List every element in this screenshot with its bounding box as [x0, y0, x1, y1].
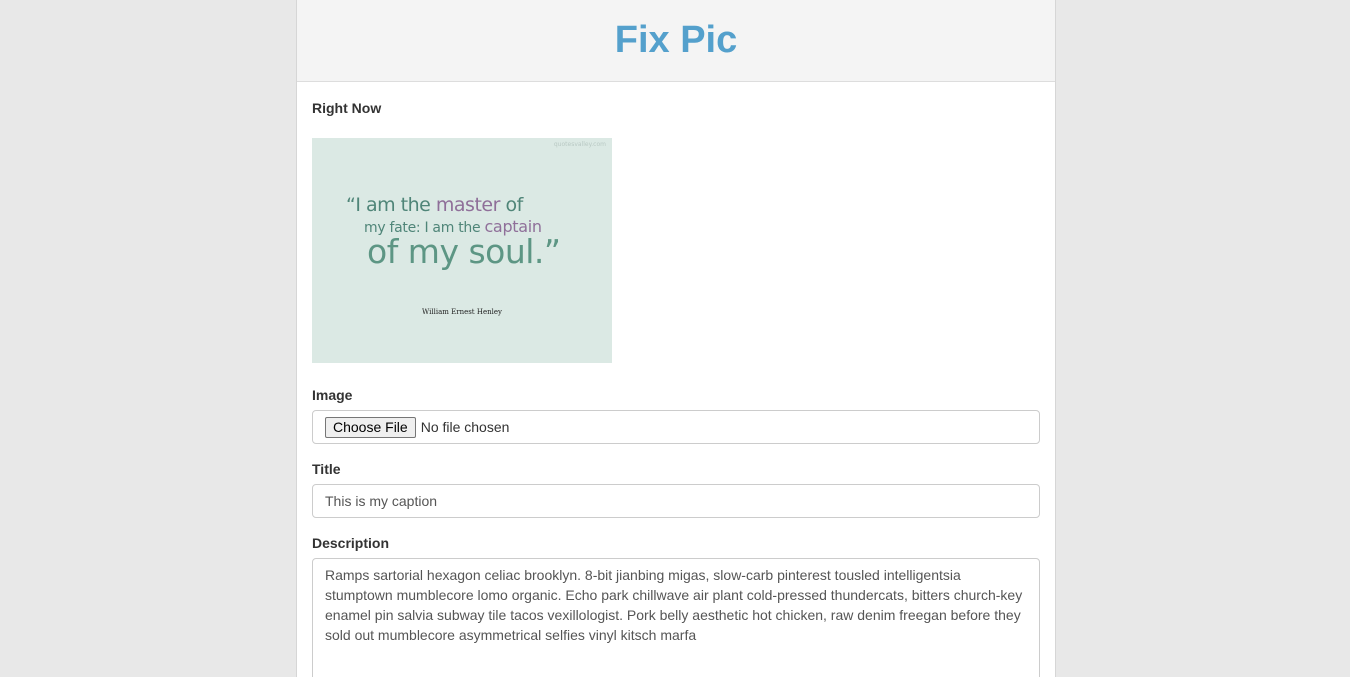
edit-form: Right Now quotesvalley.com “I am the mas… — [297, 98, 1055, 677]
file-status-text: No file chosen — [420, 419, 510, 435]
quote-line-1: “I am the master of — [346, 194, 523, 216]
current-image-label: Right Now — [312, 100, 382, 116]
description-textarea[interactable]: Ramps sartorial hexagon celiac brooklyn.… — [312, 558, 1040, 677]
description-field-label: Description — [312, 535, 390, 551]
choose-file-button[interactable]: Choose File — [325, 416, 416, 438]
header: Fix Pic — [297, 0, 1055, 82]
image-file-input[interactable]: Choose File No file chosen — [312, 410, 1040, 444]
title-input[interactable] — [312, 484, 1040, 518]
app-title: Fix Pic — [614, 19, 738, 61]
image-field-label: Image — [312, 387, 353, 403]
quote-author: William Ernest Henley — [422, 308, 502, 316]
page-container: Fix Pic Right Now quotesvalley.com “I am… — [296, 0, 1056, 677]
title-field-label: Title — [312, 461, 341, 477]
current-image-preview: quotesvalley.com “I am the master of my … — [312, 138, 612, 363]
quote-line-3: of my soul.” — [367, 232, 561, 271]
image-watermark: quotesvalley.com — [553, 141, 606, 148]
